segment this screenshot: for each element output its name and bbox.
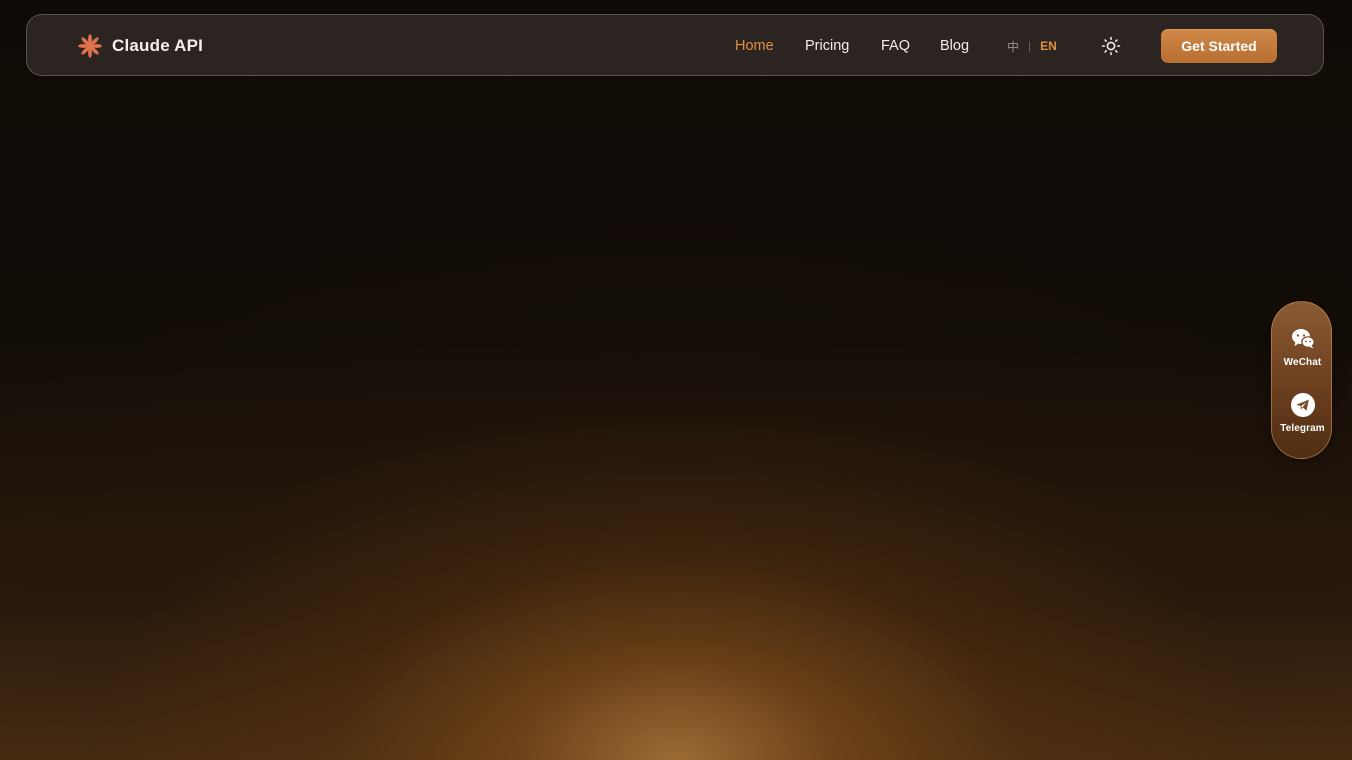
telegram-icon bbox=[1290, 393, 1315, 417]
brand-logo-link[interactable]: Claude API bbox=[77, 15, 203, 77]
theme-toggle-button[interactable] bbox=[1101, 36, 1121, 56]
brand-name: Claude API bbox=[112, 36, 204, 55]
sun-icon bbox=[1101, 36, 1121, 56]
nav-pricing-link[interactable]: Pricing bbox=[805, 15, 849, 77]
language-zh-option[interactable]: 中 bbox=[1007, 38, 1019, 55]
nav-home-link[interactable]: Home bbox=[735, 15, 774, 77]
nav-blog-link[interactable]: Blog bbox=[940, 15, 969, 77]
language-switcher: 中 | EN bbox=[1007, 15, 1057, 77]
wechat-icon bbox=[1291, 329, 1315, 349]
telegram-contact-button[interactable]: Telegram bbox=[1272, 392, 1333, 434]
nav-faq-link[interactable]: FAQ bbox=[881, 15, 910, 77]
language-en-option[interactable]: EN bbox=[1040, 39, 1057, 53]
language-divider: | bbox=[1028, 39, 1032, 53]
wechat-label: WeChat bbox=[1283, 357, 1322, 368]
contact-float-panel: WeChat Telegram bbox=[1271, 301, 1332, 459]
claude-asterisk-icon bbox=[78, 34, 102, 58]
telegram-label: Telegram bbox=[1280, 423, 1325, 434]
get-started-button[interactable]: Get Started bbox=[1161, 29, 1277, 63]
wechat-contact-button[interactable]: WeChat bbox=[1272, 326, 1333, 368]
top-navbar: Claude API Home Pricing FAQ Blog 中 | EN … bbox=[26, 14, 1324, 76]
